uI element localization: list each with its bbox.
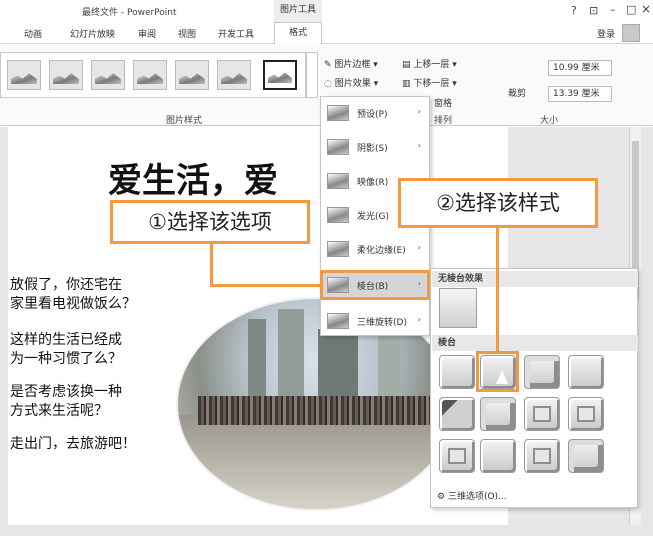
- bring-forward-icon: ▤: [402, 60, 414, 70]
- bevel-convex[interactable]: [524, 397, 560, 431]
- bevel-slope[interactable]: [568, 397, 604, 431]
- group-label-arrange: 排列: [434, 116, 453, 126]
- menu-item-3d-rotation[interactable]: 三维旋转(D) ›: [321, 309, 429, 333]
- photo-building: [278, 309, 304, 399]
- picture-style-thumb[interactable]: [49, 60, 83, 90]
- picture-style-thumb[interactable]: [7, 60, 41, 90]
- group-label-picture-styles: 图片样式: [166, 116, 203, 126]
- slide-paragraph[interactable]: 是否考虑该换一种 方式来生活呢？: [10, 383, 190, 421]
- callout-step2: ②选择该样式: [398, 178, 598, 228]
- bevel-header: 棱台: [432, 335, 638, 351]
- ribbon-display-button[interactable]: ⊡: [589, 4, 598, 17]
- ribbon-tabs: 动画 幻灯片放映 审阅 视图 开发工具 登录: [0, 22, 653, 44]
- 3d-options-link[interactable]: ⚙ 三维选项(O)...: [437, 489, 507, 502]
- bevel-circle[interactable]: [439, 355, 475, 389]
- photo-crowd: [198, 395, 434, 425]
- minimize-button[interactable]: –: [610, 3, 616, 16]
- tab-slideshow[interactable]: 幻灯片放映: [70, 27, 115, 40]
- title-bar: 最终文件 - PowerPoint ? ⊡ – □ ×: [0, 0, 653, 22]
- picture-style-thumb[interactable]: [217, 60, 251, 90]
- picture-style-thumb[interactable]: [175, 60, 209, 90]
- reflection-icon: [327, 173, 349, 189]
- window-title: 最终文件 - PowerPoint: [82, 8, 177, 18]
- slide-paragraph[interactable]: 放假了，你还宅在 家里看电视做饭么？: [10, 276, 190, 314]
- highlight-bevel-item: [320, 270, 430, 300]
- menu-item-soft-edges[interactable]: 柔化边缘(E) ›: [321, 237, 429, 261]
- slide-paragraph[interactable]: 走出门，去旅游吧！: [10, 435, 190, 454]
- picture-style-thumb[interactable]: [91, 60, 125, 90]
- height-input[interactable]: 10.99 厘米: [548, 60, 612, 76]
- bevel-divot[interactable]: [439, 439, 475, 473]
- bevel-angle[interactable]: [439, 397, 475, 431]
- bring-forward-button[interactable]: ▤ 上移一层 ▾: [402, 57, 457, 70]
- context-group-header: 图片工具: [274, 0, 322, 22]
- selection-pane-button[interactable]: 窗格: [434, 96, 452, 109]
- send-backward-button[interactable]: ▥ 下移一层 ▾: [402, 76, 457, 89]
- bevel-cool-slant[interactable]: [568, 355, 604, 389]
- connector-line: [210, 243, 213, 287]
- picture-style-thumb-selected[interactable]: [263, 60, 297, 90]
- no-bevel-header: 无棱台效果: [432, 271, 638, 287]
- avatar-icon[interactable]: [622, 24, 640, 42]
- close-button[interactable]: ×: [641, 2, 651, 16]
- bevel-soft-round[interactable]: [480, 397, 516, 431]
- callout-step1: ①选择该选项: [110, 200, 310, 244]
- bevel-riblet[interactable]: [480, 439, 516, 473]
- 3d-rotation-icon: [327, 313, 349, 329]
- picture-effects-button[interactable]: ◌ 图片效果 ▾: [324, 76, 378, 89]
- maximize-button[interactable]: □: [626, 3, 636, 16]
- tab-developer[interactable]: 开发工具: [218, 27, 254, 40]
- slide-paragraph[interactable]: 这样的生活已经成 为一种习惯了么？: [10, 331, 190, 369]
- photo-building: [318, 329, 358, 399]
- help-button[interactable]: ?: [571, 4, 577, 17]
- no-bevel-option[interactable]: [439, 288, 477, 328]
- glow-icon: [327, 207, 349, 223]
- 3d-options-icon: ⚙: [437, 492, 448, 502]
- group-label-size: 大小: [540, 116, 559, 126]
- picture-style-thumb[interactable]: [133, 60, 167, 90]
- mouse-cursor-icon: [496, 370, 508, 384]
- bevel-cross[interactable]: [524, 355, 560, 389]
- slide-headline[interactable]: 爱生活，爱: [108, 153, 278, 202]
- soft-edges-icon: [327, 241, 349, 257]
- shadow-icon: [327, 139, 349, 155]
- menu-item-preset[interactable]: 预设(P) ›: [321, 101, 429, 125]
- photo-plaza: [178, 414, 454, 509]
- preset-icon: [327, 105, 349, 121]
- connector-line: [496, 227, 499, 353]
- picture-styles-gallery: [0, 52, 306, 98]
- picture-border-button[interactable]: ✎ 图片边框 ▾: [324, 57, 378, 70]
- tab-format[interactable]: 格式: [274, 22, 322, 45]
- send-backward-icon: ▥: [402, 79, 414, 89]
- width-input[interactable]: 13.39 厘米: [548, 86, 612, 102]
- gallery-scroll-buttons[interactable]: [306, 52, 318, 98]
- tab-review[interactable]: 审阅: [138, 27, 156, 40]
- crop-button[interactable]: 裁剪: [508, 86, 526, 99]
- bevel-hard-edge[interactable]: [524, 439, 560, 473]
- tab-view[interactable]: 视图: [178, 27, 196, 40]
- bevel-art-deco[interactable]: [568, 439, 604, 473]
- tab-animation[interactable]: 动画: [24, 27, 42, 40]
- menu-item-shadow[interactable]: 阴影(S) ›: [321, 135, 429, 159]
- photo-building: [248, 319, 266, 399]
- pencil-icon: ✎: [324, 60, 335, 70]
- effects-icon: ◌: [324, 79, 335, 89]
- login-link[interactable]: 登录: [597, 27, 615, 40]
- connector-line: [210, 284, 322, 287]
